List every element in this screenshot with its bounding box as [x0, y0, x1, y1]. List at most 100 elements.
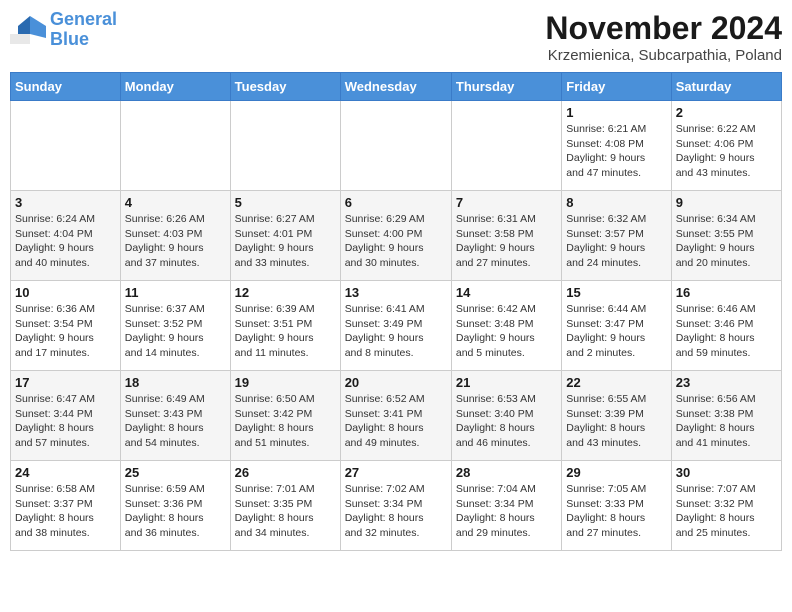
calendar-cell: 21 Sunrise: 6:53 AM Sunset: 3:40 PM Dayli…	[451, 371, 561, 461]
day-info: Sunrise: 6:50 AM Sunset: 3:42 PM Dayligh…	[235, 392, 336, 451]
page-header: General Blue November 2024 Krzemienica, …	[10, 10, 782, 64]
calendar-cell: 2Sunrise: 6:22 AM Sunset: 4:06 PM Daylig…	[671, 101, 781, 191]
day-info: Sunrise: 6:37 AM Sunset: 3:52 PM Dayligh…	[125, 302, 226, 361]
day-number: 20	[345, 375, 447, 390]
day-info: Sunrise: 7:07 AM Sunset: 3:32 PM Dayligh…	[676, 482, 777, 541]
day-number: 13	[345, 285, 447, 300]
calendar-cell: 3 Sunrise: 6:24 AM Sunset: 4:04 PM Daylig…	[11, 191, 121, 281]
day-number: 12	[235, 285, 336, 300]
month-title: November 2024	[545, 10, 782, 47]
calendar-cell: 11 Sunrise: 6:37 AM Sunset: 3:52 PM Dayli…	[120, 281, 230, 371]
calendar-cell: 29Sunrise: 7:05 AM Sunset: 3:33 PM Dayli…	[562, 461, 671, 551]
calendar-cell: 7 Sunrise: 6:31 AM Sunset: 3:58 PM Daylig…	[451, 191, 561, 281]
day-number: 28	[456, 465, 557, 480]
calendar-cell: 19Sunrise: 6:50 AM Sunset: 3:42 PM Dayli…	[230, 371, 340, 461]
day-info: Sunrise: 6:29 AM Sunset: 4:00 PM Dayligh…	[345, 212, 447, 271]
day-number: 15	[566, 285, 666, 300]
calendar-cell: 26 Sunrise: 7:01 AM Sunset: 3:35 PM Dayli…	[230, 461, 340, 551]
calendar-cell: 18 Sunrise: 6:49 AM Sunset: 3:43 PM Dayli…	[120, 371, 230, 461]
day-info: Sunrise: 6:56 AM Sunset: 3:38 PM Dayligh…	[676, 392, 777, 451]
day-number: 11	[125, 285, 226, 300]
day-info: Sunrise: 6:22 AM Sunset: 4:06 PM Dayligh…	[676, 122, 777, 181]
day-number: 3	[15, 195, 116, 210]
day-info: Sunrise: 6:49 AM Sunset: 3:43 PM Dayligh…	[125, 392, 226, 451]
calendar-cell: 13 Sunrise: 6:41 AM Sunset: 3:49 PM Dayli…	[340, 281, 451, 371]
calendar-cell: 15 Sunrise: 6:44 AM Sunset: 3:47 PM Dayli…	[562, 281, 671, 371]
weekday-header-friday: Friday	[562, 73, 671, 101]
day-number: 25	[125, 465, 226, 480]
day-info: Sunrise: 6:44 AM Sunset: 3:47 PM Dayligh…	[566, 302, 666, 361]
day-number: 4	[125, 195, 226, 210]
day-info: Sunrise: 6:53 AM Sunset: 3:40 PM Dayligh…	[456, 392, 557, 451]
weekday-header-monday: Monday	[120, 73, 230, 101]
day-info: Sunrise: 6:32 AM Sunset: 3:57 PM Dayligh…	[566, 212, 666, 271]
calendar-cell: 5Sunrise: 6:27 AM Sunset: 4:01 PM Daylig…	[230, 191, 340, 281]
logo-blue: Blue	[50, 29, 89, 49]
calendar-cell: 23 Sunrise: 6:56 AM Sunset: 3:38 PM Dayli…	[671, 371, 781, 461]
day-number: 24	[15, 465, 116, 480]
day-number: 23	[676, 375, 777, 390]
calendar-cell: 10 Sunrise: 6:36 AM Sunset: 3:54 PM Dayli…	[11, 281, 121, 371]
location: Krzemienica, Subcarpathia, Poland	[545, 47, 782, 64]
day-number: 22	[566, 375, 666, 390]
weekday-row: SundayMondayTuesdayWednesdayThursdayFrid…	[11, 73, 782, 101]
day-info: Sunrise: 6:36 AM Sunset: 3:54 PM Dayligh…	[15, 302, 116, 361]
day-info: Sunrise: 6:34 AM Sunset: 3:55 PM Dayligh…	[676, 212, 777, 271]
day-info: Sunrise: 6:41 AM Sunset: 3:49 PM Dayligh…	[345, 302, 447, 361]
day-info: Sunrise: 6:39 AM Sunset: 3:51 PM Dayligh…	[235, 302, 336, 361]
day-info: Sunrise: 6:55 AM Sunset: 3:39 PM Dayligh…	[566, 392, 666, 451]
day-number: 9	[676, 195, 777, 210]
weekday-header-tuesday: Tuesday	[230, 73, 340, 101]
calendar-cell: 22 Sunrise: 6:55 AM Sunset: 3:39 PM Dayli…	[562, 371, 671, 461]
day-info: Sunrise: 6:58 AM Sunset: 3:37 PM Dayligh…	[15, 482, 116, 541]
day-info: Sunrise: 6:47 AM Sunset: 3:44 PM Dayligh…	[15, 392, 116, 451]
calendar-cell: 20 Sunrise: 6:52 AM Sunset: 3:41 PM Dayli…	[340, 371, 451, 461]
calendar-cell: 28Sunrise: 7:04 AM Sunset: 3:34 PM Dayli…	[451, 461, 561, 551]
calendar-cell: 25 Sunrise: 6:59 AM Sunset: 3:36 PM Dayli…	[120, 461, 230, 551]
calendar-cell: 1 Sunrise: 6:21 AM Sunset: 4:08 PM Daylig…	[562, 101, 671, 191]
logo-icon	[10, 12, 46, 48]
day-info: Sunrise: 6:26 AM Sunset: 4:03 PM Dayligh…	[125, 212, 226, 271]
calendar-cell	[120, 101, 230, 191]
day-number: 14	[456, 285, 557, 300]
calendar-cell	[230, 101, 340, 191]
calendar-cell: 30 Sunrise: 7:07 AM Sunset: 3:32 PM Dayli…	[671, 461, 781, 551]
day-info: Sunrise: 6:31 AM Sunset: 3:58 PM Dayligh…	[456, 212, 557, 271]
day-number: 30	[676, 465, 777, 480]
day-info: Sunrise: 6:24 AM Sunset: 4:04 PM Dayligh…	[15, 212, 116, 271]
calendar-cell: 17 Sunrise: 6:47 AM Sunset: 3:44 PM Dayli…	[11, 371, 121, 461]
day-info: Sunrise: 6:42 AM Sunset: 3:48 PM Dayligh…	[456, 302, 557, 361]
day-number: 26	[235, 465, 336, 480]
day-info: Sunrise: 7:02 AM Sunset: 3:34 PM Dayligh…	[345, 482, 447, 541]
day-number: 1	[566, 105, 666, 120]
calendar-week-4: 17 Sunrise: 6:47 AM Sunset: 3:44 PM Dayli…	[11, 371, 782, 461]
calendar-cell: 8Sunrise: 6:32 AM Sunset: 3:57 PM Daylig…	[562, 191, 671, 281]
day-number: 18	[125, 375, 226, 390]
day-info: Sunrise: 6:21 AM Sunset: 4:08 PM Dayligh…	[566, 122, 666, 181]
weekday-header-sunday: Sunday	[11, 73, 121, 101]
day-number: 7	[456, 195, 557, 210]
logo: General Blue	[10, 10, 117, 50]
logo-text: General Blue	[50, 10, 117, 50]
calendar-cell	[11, 101, 121, 191]
day-number: 5	[235, 195, 336, 210]
calendar-header: SundayMondayTuesdayWednesdayThursdayFrid…	[11, 73, 782, 101]
day-number: 6	[345, 195, 447, 210]
calendar-cell: 9 Sunrise: 6:34 AM Sunset: 3:55 PM Daylig…	[671, 191, 781, 281]
day-number: 10	[15, 285, 116, 300]
day-number: 27	[345, 465, 447, 480]
day-info: Sunrise: 6:59 AM Sunset: 3:36 PM Dayligh…	[125, 482, 226, 541]
calendar-week-1: 1 Sunrise: 6:21 AM Sunset: 4:08 PM Daylig…	[11, 101, 782, 191]
calendar-week-5: 24 Sunrise: 6:58 AM Sunset: 3:37 PM Dayli…	[11, 461, 782, 551]
day-info: Sunrise: 6:46 AM Sunset: 3:46 PM Dayligh…	[676, 302, 777, 361]
calendar-week-2: 3 Sunrise: 6:24 AM Sunset: 4:04 PM Daylig…	[11, 191, 782, 281]
day-info: Sunrise: 7:01 AM Sunset: 3:35 PM Dayligh…	[235, 482, 336, 541]
day-number: 16	[676, 285, 777, 300]
calendar-cell: 24 Sunrise: 6:58 AM Sunset: 3:37 PM Dayli…	[11, 461, 121, 551]
day-info: Sunrise: 6:52 AM Sunset: 3:41 PM Dayligh…	[345, 392, 447, 451]
weekday-header-thursday: Thursday	[451, 73, 561, 101]
calendar-cell: 27 Sunrise: 7:02 AM Sunset: 3:34 PM Dayli…	[340, 461, 451, 551]
calendar-cell: 14 Sunrise: 6:42 AM Sunset: 3:48 PM Dayli…	[451, 281, 561, 371]
day-number: 17	[15, 375, 116, 390]
day-number: 21	[456, 375, 557, 390]
